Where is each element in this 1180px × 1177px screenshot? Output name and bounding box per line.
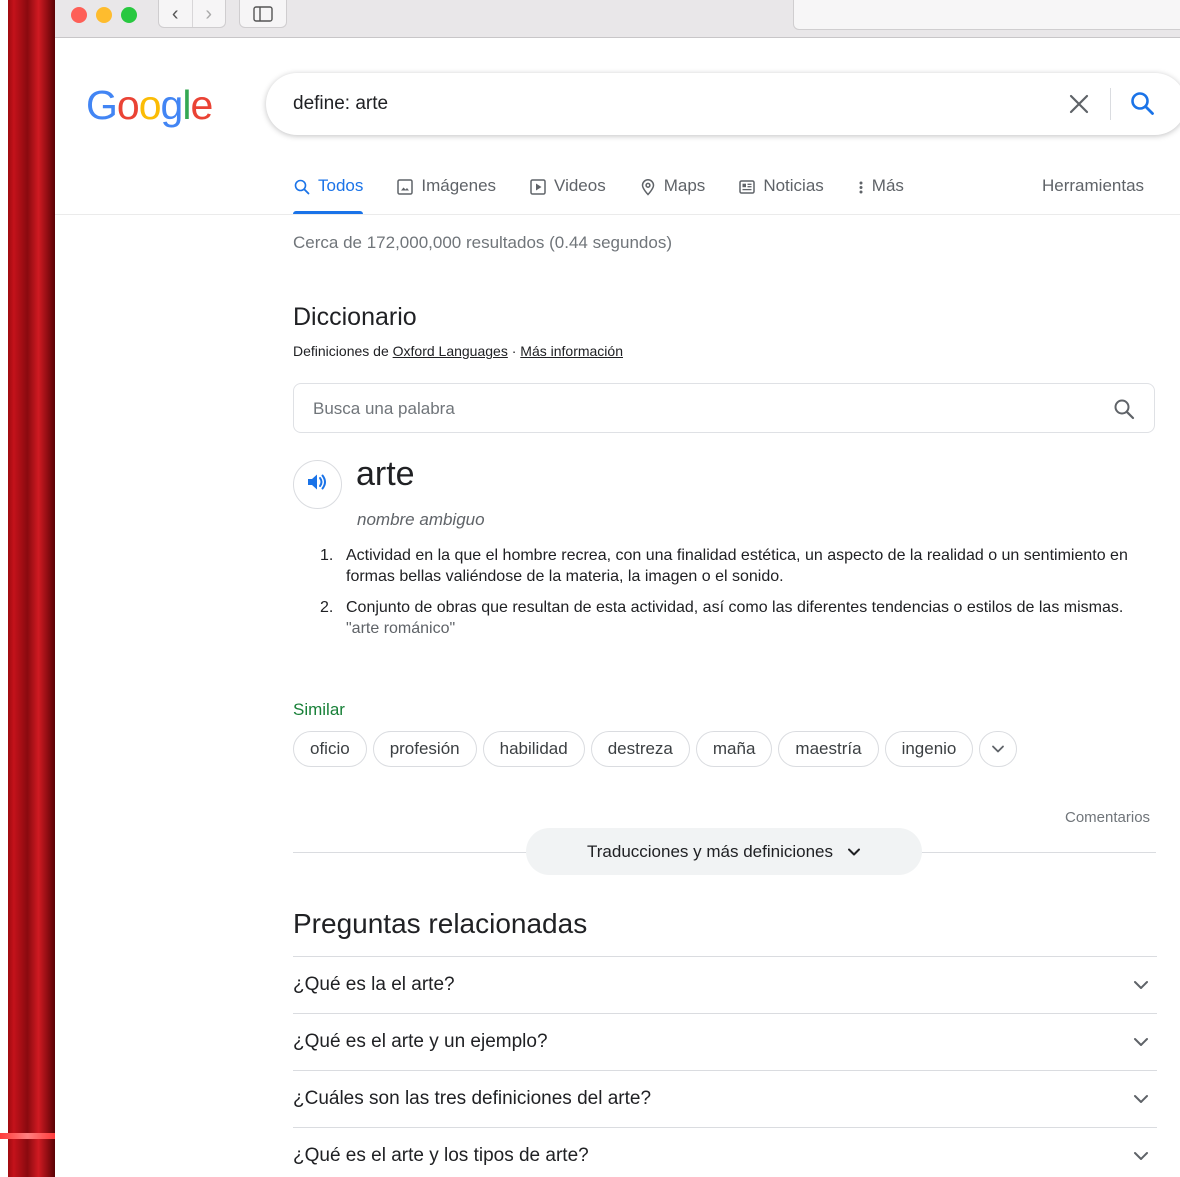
chevron-down-icon xyxy=(847,847,861,857)
tab-imagenes[interactable]: Imágenes xyxy=(396,168,496,214)
search-box[interactable]: define: arte xyxy=(266,73,1180,135)
window-zoom-button[interactable] xyxy=(121,7,137,23)
tabs-divider xyxy=(55,214,1180,215)
definition-list: 1. Actividad en la que el hombre recrea,… xyxy=(320,545,1155,649)
related-question[interactable]: ¿Qué es la el arte? xyxy=(293,957,1157,1014)
forward-icon[interactable]: › xyxy=(191,0,226,27)
news-icon xyxy=(738,178,756,196)
oxford-languages-link[interactable]: Oxford Languages xyxy=(393,343,508,359)
pronunciation-button[interactable] xyxy=(293,460,342,509)
dictionary-title: Diccionario xyxy=(293,303,417,331)
similar-chips: oficio profesión habilidad destreza maña… xyxy=(293,731,1023,767)
part-of-speech: nombre ambiguo xyxy=(357,510,485,529)
image-icon xyxy=(396,178,414,196)
tab-maps[interactable]: Maps xyxy=(639,168,705,214)
similar-label: Similar xyxy=(293,700,345,719)
synonym-chip[interactable]: maña xyxy=(695,731,773,767)
related-questions-list: ¿Qué es la el arte? ¿Qué es el arte y un… xyxy=(293,956,1157,1177)
definition-text: Actividad en la que el hombre recrea, co… xyxy=(346,547,1128,585)
sidebar-toggle-icon[interactable] xyxy=(239,0,287,28)
word-search-input[interactable] xyxy=(313,396,1073,422)
related-question[interactable]: ¿Cuáles son las tres definiciones del ar… xyxy=(293,1071,1157,1128)
desktop-background xyxy=(0,0,55,1177)
synonym-chip[interactable]: maestría xyxy=(778,731,879,767)
expand-similar-button[interactable] xyxy=(979,731,1018,767)
search-icon[interactable] xyxy=(1112,397,1136,421)
search-divider xyxy=(1110,88,1111,120)
tab-todos[interactable]: Todos xyxy=(293,168,364,214)
search-icon[interactable] xyxy=(1128,89,1158,119)
headword: arte xyxy=(356,455,415,493)
synonym-chip[interactable]: habilidad xyxy=(482,731,585,767)
more-info-link[interactable]: Más información xyxy=(520,343,623,359)
result-stats: Cerca de 172,000,000 resultados (0.44 se… xyxy=(293,233,672,252)
feedback-link[interactable]: Comentarios xyxy=(1065,809,1150,826)
history-nav: ‹ › xyxy=(158,0,226,28)
chevron-down-icon xyxy=(1133,1151,1149,1161)
dictionary-source: Definiciones de Oxford Languages · Más i… xyxy=(293,343,623,359)
tab-noticias[interactable]: Noticias xyxy=(738,168,824,214)
search-input[interactable]: define: arte xyxy=(293,93,388,115)
search-icon xyxy=(293,178,311,196)
video-icon xyxy=(529,178,547,196)
more-vert-icon xyxy=(857,178,865,196)
synonym-chip[interactable]: oficio xyxy=(293,731,367,767)
word-search-box[interactable] xyxy=(293,383,1155,433)
chevron-down-icon xyxy=(1133,1037,1149,1047)
search-tabs: Todos Imágenes Videos Maps Noticias Más xyxy=(293,168,937,214)
definition-item: 1. Actividad en la que el hombre recrea,… xyxy=(320,545,1155,587)
speaker-icon xyxy=(306,471,330,498)
browser-toolbar: ‹ › xyxy=(55,0,1180,38)
tab-videos[interactable]: Videos xyxy=(529,168,606,214)
tab-mas[interactable]: Más xyxy=(857,168,904,214)
synonym-chip[interactable]: profesión xyxy=(372,731,477,767)
clear-icon[interactable] xyxy=(1066,91,1092,117)
definition-item: 2. Conjunto de obras que resultan de est… xyxy=(320,599,1124,637)
window-minimize-button[interactable] xyxy=(96,7,112,23)
related-question[interactable]: ¿Qué es el arte y los tipos de arte? xyxy=(293,1128,1157,1177)
map-pin-icon xyxy=(639,178,657,196)
related-question[interactable]: ¿Qué es el arte y un ejemplo? xyxy=(293,1014,1157,1071)
more-definitions-button[interactable]: Traducciones y más definiciones xyxy=(526,828,922,875)
tools-button[interactable]: Herramientas xyxy=(1042,176,1144,196)
synonym-chip[interactable]: destreza xyxy=(590,731,690,767)
address-bar[interactable] xyxy=(793,0,1180,30)
related-questions-title: Preguntas relacionadas xyxy=(293,908,588,939)
window-close-button[interactable] xyxy=(71,7,87,23)
synonym-chip[interactable]: ingenio xyxy=(884,731,974,767)
definition-example: "arte románico" xyxy=(346,620,456,637)
back-icon[interactable]: ‹ xyxy=(159,0,192,27)
chevron-down-icon xyxy=(1133,1094,1149,1104)
chevron-down-icon xyxy=(1133,980,1149,990)
definition-text: Conjunto de obras que resultan de esta a… xyxy=(346,599,1124,616)
chevron-down-icon xyxy=(991,739,1005,759)
google-logo[interactable]: Google xyxy=(86,82,213,129)
